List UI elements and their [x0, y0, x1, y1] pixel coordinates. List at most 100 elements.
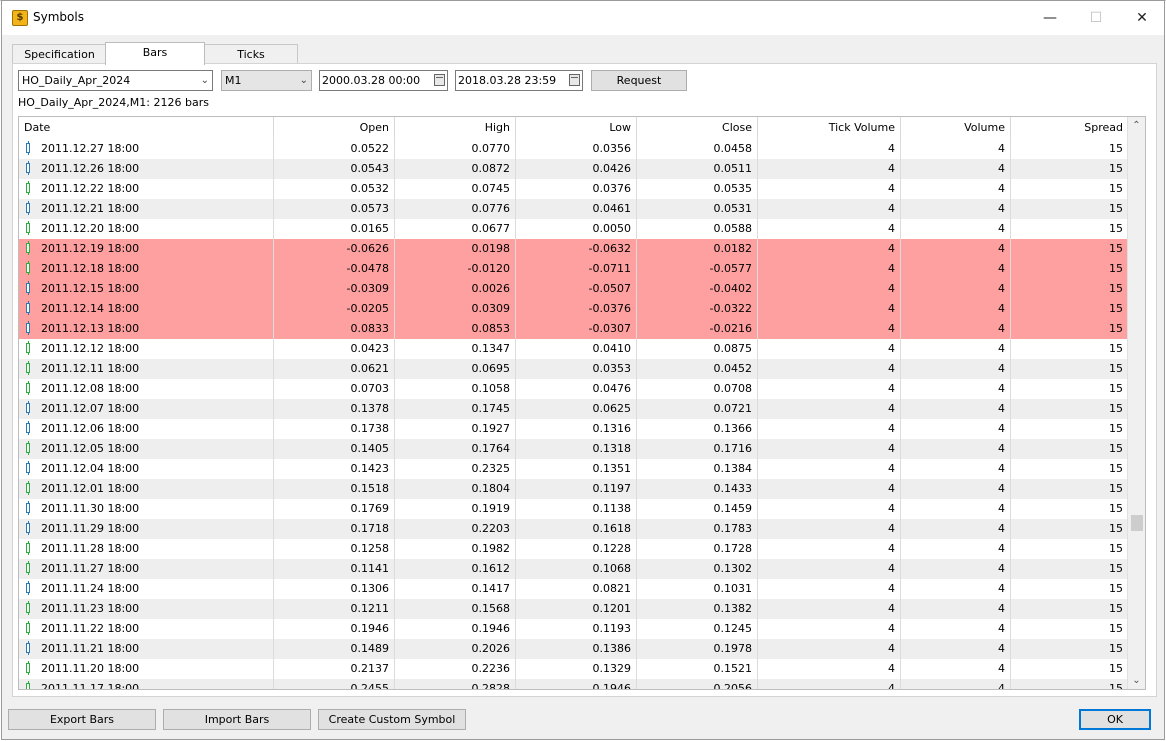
column-header-volume[interactable]: Volume — [901, 117, 1011, 139]
cell-vol: 4 — [901, 599, 1011, 619]
cell-date: 2011.11.17 18:00 — [19, 679, 274, 689]
cell-low: 0.0426 — [516, 159, 637, 179]
table-row[interactable]: 2011.12.21 18:00 0.0573 0.0776 0.0461 0.0531… — [19, 199, 1128, 219]
table-row[interactable]: 2011.12.11 18:00 0.0621 0.0695 0.0353 0.0452… — [19, 359, 1128, 379]
scroll-up-arrow-icon[interactable]: ⌃ — [1128, 117, 1145, 134]
cell-spread: 15 — [1109, 322, 1123, 335]
table-row[interactable]: 2011.12.05 18:00 0.1405 0.1764 0.1318 0.1716… — [19, 439, 1128, 459]
cell-vol: 4 — [901, 319, 1011, 339]
minimize-button[interactable]: — — [1027, 1, 1073, 35]
timeframe-select[interactable]: M1 ⌄ — [221, 70, 312, 91]
cell-open: 0.0621 — [274, 359, 395, 379]
cell-spread: 15 — [1109, 502, 1123, 515]
scroll-down-arrow-icon[interactable]: ⌄ — [1128, 672, 1145, 689]
cell-close: -0.0322 — [637, 299, 758, 319]
table-row[interactable]: 2011.12.12 18:00 0.0423 0.1347 0.0410 0.0875… — [19, 339, 1128, 359]
cell-tick: 4 — [758, 639, 901, 659]
cell-tick: 4 — [758, 279, 901, 299]
cell-tick: 4 — [758, 659, 901, 679]
create-custom-symbol-button[interactable]: Create Custom Symbol — [318, 709, 466, 730]
calendar-icon[interactable] — [434, 74, 445, 86]
cell-date: 2011.12.13 18:00 — [19, 319, 274, 339]
cell-low: 0.1193 — [516, 619, 637, 639]
import-bars-button[interactable]: Import Bars — [163, 709, 311, 730]
cell-open: 0.1718 — [274, 519, 395, 539]
cell-open: 0.0543 — [274, 159, 395, 179]
table-row[interactable]: 2011.12.18 18:00 -0.0478 -0.0120 -0.0711 -0.… — [19, 259, 1128, 279]
cell-tick: 4 — [758, 259, 901, 279]
cell-date-text: 2011.12.19 18:00 — [41, 242, 140, 255]
column-header-high[interactable]: High — [395, 117, 516, 139]
cell-low: 0.1197 — [516, 479, 637, 499]
column-header-close[interactable]: Close — [637, 117, 758, 139]
cell-open: -0.0478 — [274, 259, 395, 279]
cell-date-text: 2011.11.20 18:00 — [41, 662, 140, 675]
table-row[interactable]: 2011.12.20 18:00 0.0165 0.0677 0.0050 0.0588… — [19, 219, 1128, 239]
cell-vol: 4 — [901, 579, 1011, 599]
cell-date: 2011.12.20 18:00 — [19, 219, 274, 239]
table-row[interactable]: 2011.12.08 18:00 0.0703 0.1058 0.0476 0.0708… — [19, 379, 1128, 399]
column-header-tick-volume[interactable]: Tick Volume — [758, 117, 901, 139]
cell-date: 2011.12.27 18:00 — [19, 139, 274, 159]
table-row[interactable]: 2011.11.21 18:00 0.1489 0.2026 0.1386 0.1978… — [19, 639, 1128, 659]
column-header-spread[interactable]: Spread — [1011, 117, 1128, 139]
tab-specification[interactable]: Specification — [12, 44, 107, 64]
symbol-select[interactable]: HO_Daily_Apr_2024 ⌄ — [18, 70, 213, 91]
request-button[interactable]: Request — [591, 70, 687, 91]
table-row[interactable]: 2011.11.27 18:00 0.1141 0.1612 0.1068 0.1302… — [19, 559, 1128, 579]
column-header-low[interactable]: Low — [516, 117, 637, 139]
vertical-scrollbar[interactable]: ⌃ ⌄ — [1127, 117, 1145, 689]
bars-table[interactable]: Date Open High Low Close Tick Volume Vol… — [18, 116, 1146, 690]
cell-date-text: 2011.12.01 18:00 — [41, 482, 140, 495]
export-bars-button[interactable]: Export Bars — [8, 709, 156, 730]
cell-high: 0.2236 — [395, 659, 516, 679]
date-to-value: 2018.03.28 23:59 — [458, 74, 557, 87]
table-row[interactable]: 2011.12.07 18:00 0.1378 0.1745 0.0625 0.0721… — [19, 399, 1128, 419]
cell-date-text: 2011.11.30 18:00 — [41, 502, 140, 515]
column-header-open[interactable]: Open — [274, 117, 395, 139]
tab-ticks[interactable]: Ticks — [204, 44, 298, 64]
cell-low: 0.1068 — [516, 559, 637, 579]
candle-body-icon — [26, 603, 30, 613]
table-row[interactable]: 2011.11.22 18:00 0.1946 0.1946 0.1193 0.1245… — [19, 619, 1128, 639]
cell-vol: 4 — [901, 559, 1011, 579]
maximize-button[interactable]: ☐ — [1073, 1, 1119, 35]
table-row[interactable]: 2011.12.01 18:00 0.1518 0.1804 0.1197 0.1433… — [19, 479, 1128, 499]
cell-spread: 15 — [1109, 402, 1123, 415]
table-row[interactable]: 2011.11.20 18:00 0.2137 0.2236 0.1329 0.1521… — [19, 659, 1128, 679]
cell-high: 0.0853 — [395, 319, 516, 339]
close-button[interactable]: ✕ — [1119, 1, 1165, 35]
scrollbar-thumb[interactable] — [1131, 515, 1143, 532]
table-row[interactable]: 2011.12.15 18:00 -0.0309 0.0026 -0.0507 -0.0… — [19, 279, 1128, 299]
candle-body-icon — [26, 563, 30, 573]
date-from-field[interactable]: 2000.03.28 00:00 — [319, 70, 448, 91]
table-row[interactable]: 2011.12.26 18:00 0.0543 0.0872 0.0426 0.0511… — [19, 159, 1128, 179]
table-row[interactable]: 2011.12.27 18:00 0.0522 0.0770 0.0356 0.0458… — [19, 139, 1128, 159]
table-row[interactable]: 2011.12.22 18:00 0.0532 0.0745 0.0376 0.0535… — [19, 179, 1128, 199]
column-header-date[interactable]: Date — [19, 117, 274, 139]
cell-close: 0.1433 — [637, 479, 758, 499]
cell-high: 0.1804 — [395, 479, 516, 499]
table-row[interactable]: 2011.12.19 18:00 -0.0626 0.0198 -0.0632 0.01… — [19, 239, 1128, 259]
table-row[interactable]: 2011.11.29 18:00 0.1718 0.2203 0.1618 0.1783… — [19, 519, 1128, 539]
cell-date-text: 2011.12.18 18:00 — [41, 262, 140, 275]
tab-bars[interactable]: Bars — [105, 42, 205, 65]
cell-spread: 15 — [1109, 142, 1123, 155]
date-to-field[interactable]: 2018.03.28 23:59 — [455, 70, 583, 91]
cell-high: 0.2325 — [395, 459, 516, 479]
cell-spread: 15 — [1109, 242, 1123, 255]
ok-button[interactable]: OK — [1079, 709, 1151, 730]
table-row[interactable]: 2011.11.24 18:00 0.1306 0.1417 0.0821 0.1031… — [19, 579, 1128, 599]
cell-tick: 4 — [758, 519, 901, 539]
table-row[interactable]: 2011.12.04 18:00 0.1423 0.2325 0.1351 0.1384… — [19, 459, 1128, 479]
table-row[interactable]: 2011.12.06 18:00 0.1738 0.1927 0.1316 0.1366… — [19, 419, 1128, 439]
table-row[interactable]: 2011.11.30 18:00 0.1769 0.1919 0.1138 0.1459… — [19, 499, 1128, 519]
calendar-icon[interactable] — [569, 74, 580, 86]
table-row[interactable]: 2011.11.17 18:00 0.2455 0.2828 0.1946 0.2056… — [19, 679, 1128, 689]
table-row[interactable]: 2011.12.13 18:00 0.0833 0.0853 -0.0307 -0.02… — [19, 319, 1128, 339]
candle-body-icon — [26, 263, 30, 273]
table-row[interactable]: 2011.12.14 18:00 -0.0205 0.0309 -0.0376 -0.0… — [19, 299, 1128, 319]
table-row[interactable]: 2011.11.23 18:00 0.1211 0.1568 0.1201 0.1382… — [19, 599, 1128, 619]
cell-date-text: 2011.12.14 18:00 — [41, 302, 140, 315]
table-row[interactable]: 2011.11.28 18:00 0.1258 0.1982 0.1228 0.1728… — [19, 539, 1128, 559]
